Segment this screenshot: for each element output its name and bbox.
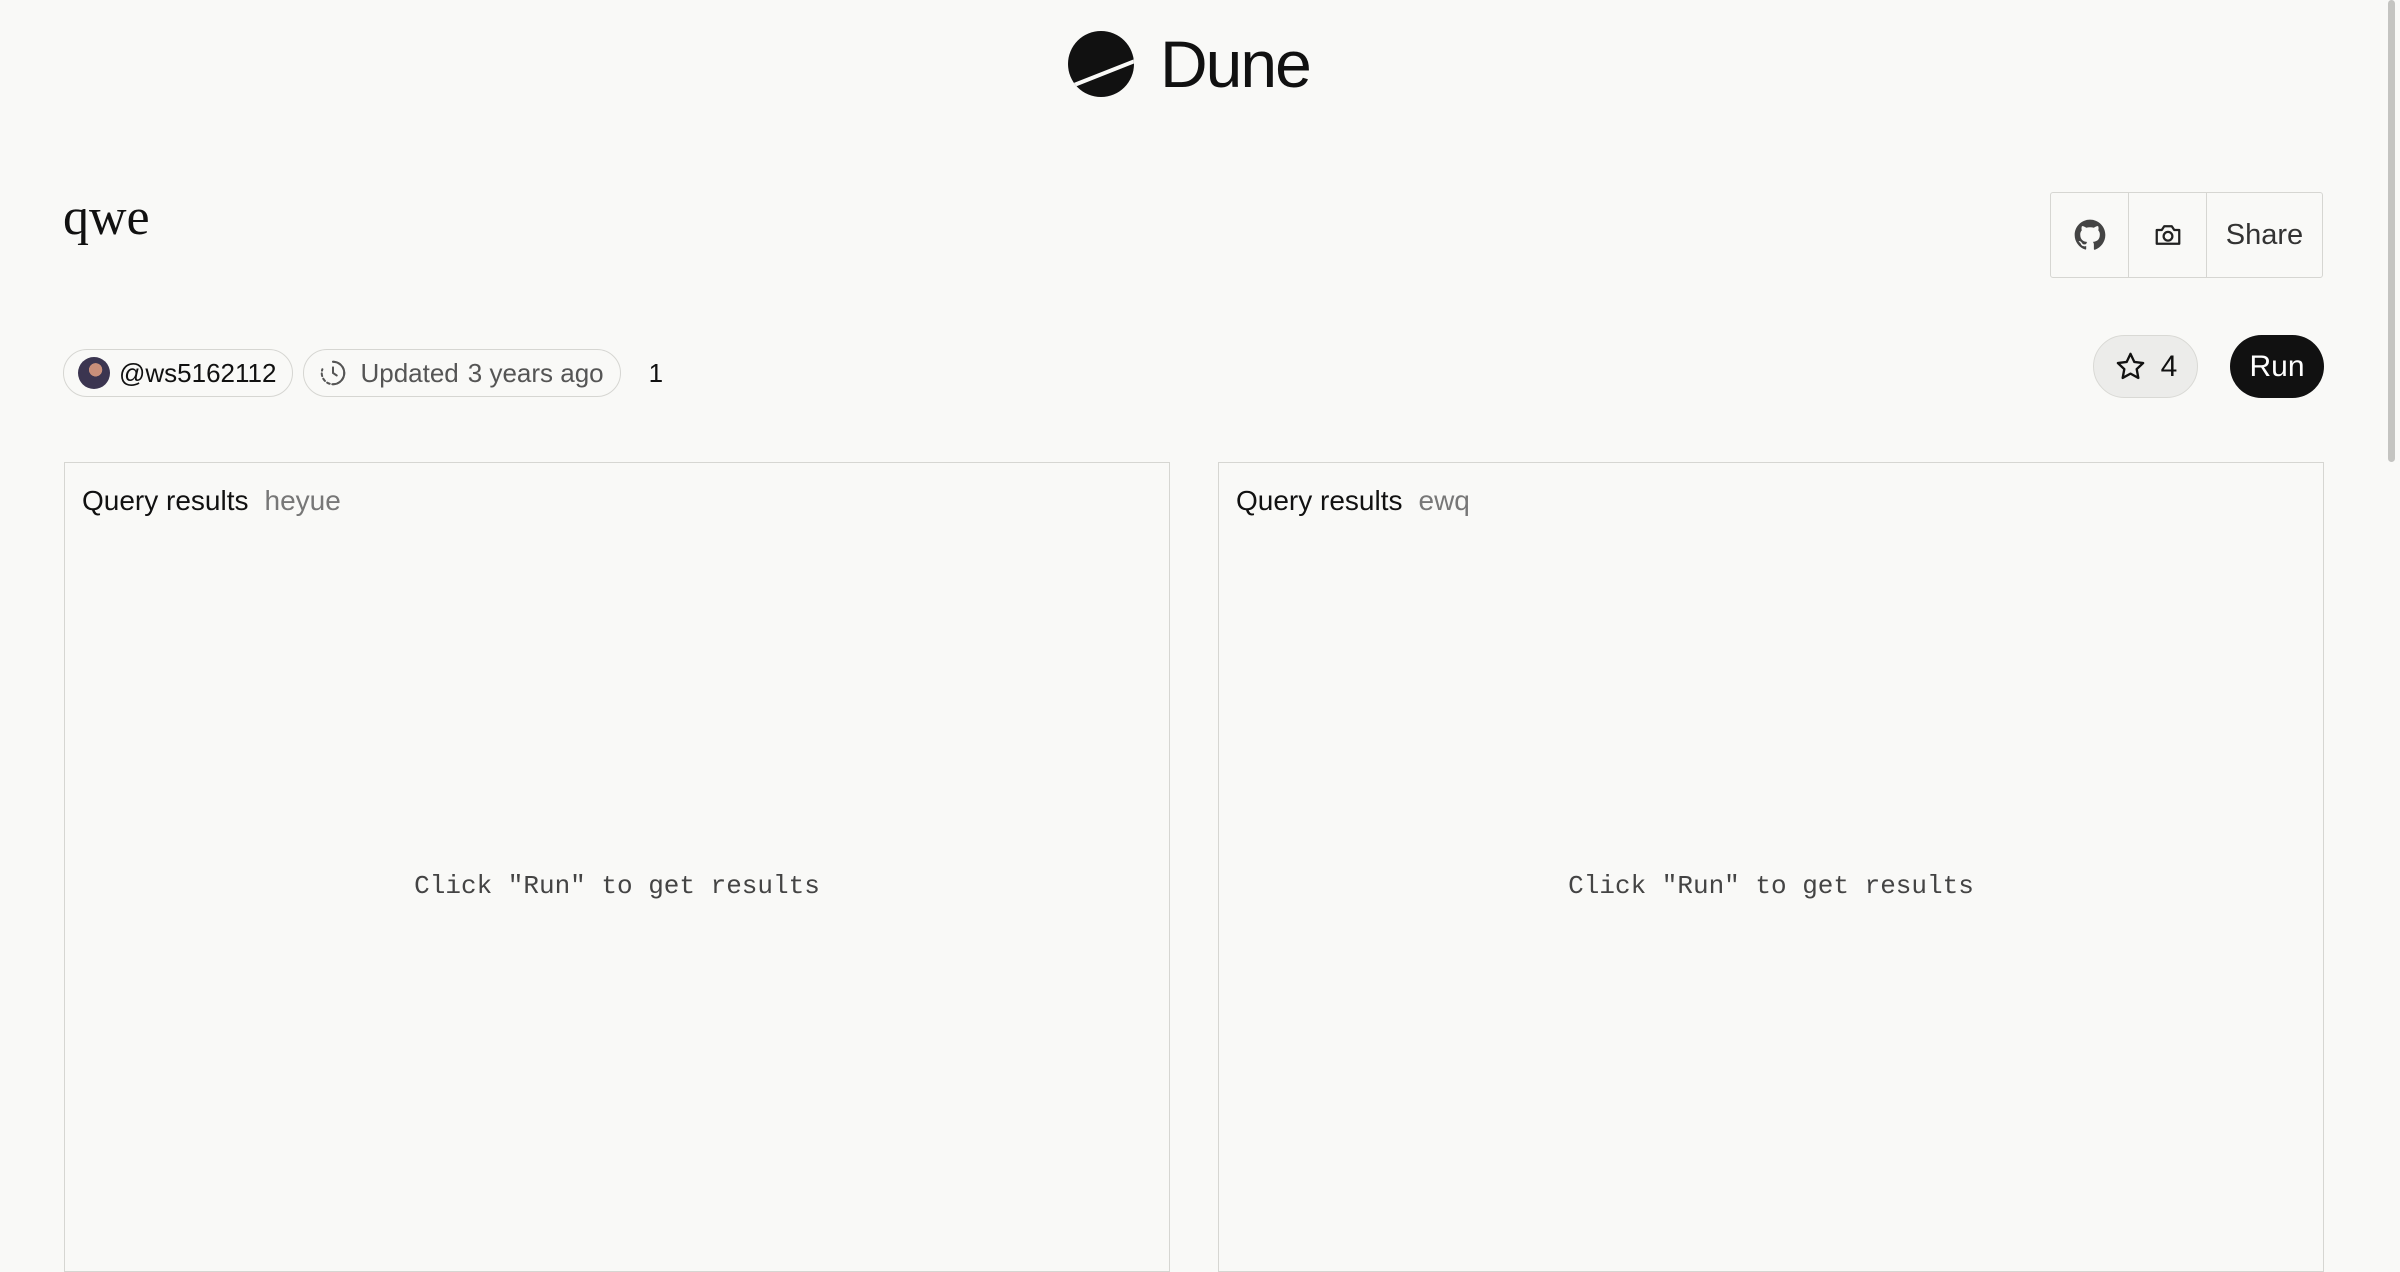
star-icon (2116, 352, 2144, 380)
avatar (78, 357, 110, 389)
updated-pill: Updated 3 years ago (303, 349, 621, 397)
github-button[interactable] (2051, 193, 2129, 277)
clock-icon (321, 360, 346, 386)
star-count: 4 (2160, 349, 2178, 383)
screenshot-button[interactable] (2129, 193, 2207, 277)
panel-title: Query results (82, 485, 249, 516)
updated-value: 3 years ago (467, 357, 604, 388)
scrollbar-thumb[interactable] (2388, 0, 2395, 462)
site-header: Dune (0, 0, 2400, 130)
author-pill[interactable]: @ws5162112 (63, 349, 294, 397)
meta-count: 1 (648, 357, 664, 388)
dune-logo-icon (1068, 31, 1134, 97)
empty-results-message: Click "Run" to get results (414, 871, 820, 901)
panel-header: Query results heyue (82, 485, 341, 517)
empty-results-message: Click "Run" to get results (1568, 871, 1974, 901)
panel-title: Query results (1236, 485, 1403, 516)
updated-label: Updated (360, 357, 459, 388)
user-handle: @ws5162112 (119, 357, 277, 388)
run-button[interactable]: Run (2230, 335, 2324, 398)
star-button[interactable]: 4 (2093, 335, 2198, 398)
camera-icon (2155, 225, 2180, 245)
query-results-panel: Query results heyue Click "Run" to get r… (64, 462, 1170, 1272)
page-title: qwe (63, 189, 150, 246)
action-group: Share (2050, 192, 2323, 278)
github-icon (2074, 219, 2105, 250)
share-button[interactable]: Share (2207, 193, 2322, 277)
dune-logo[interactable]: Dune (1068, 27, 1312, 101)
panel-subtitle: ewq (1418, 485, 1470, 516)
panel-subtitle: heyue (264, 485, 341, 516)
meta-row: @ws5162112 Updated 3 years ago 1 (63, 349, 663, 397)
panel-header: Query results ewq (1236, 485, 1470, 517)
logo-text: Dune (1160, 27, 1312, 101)
query-results-panel: Query results ewq Click "Run" to get res… (1218, 462, 2324, 1272)
